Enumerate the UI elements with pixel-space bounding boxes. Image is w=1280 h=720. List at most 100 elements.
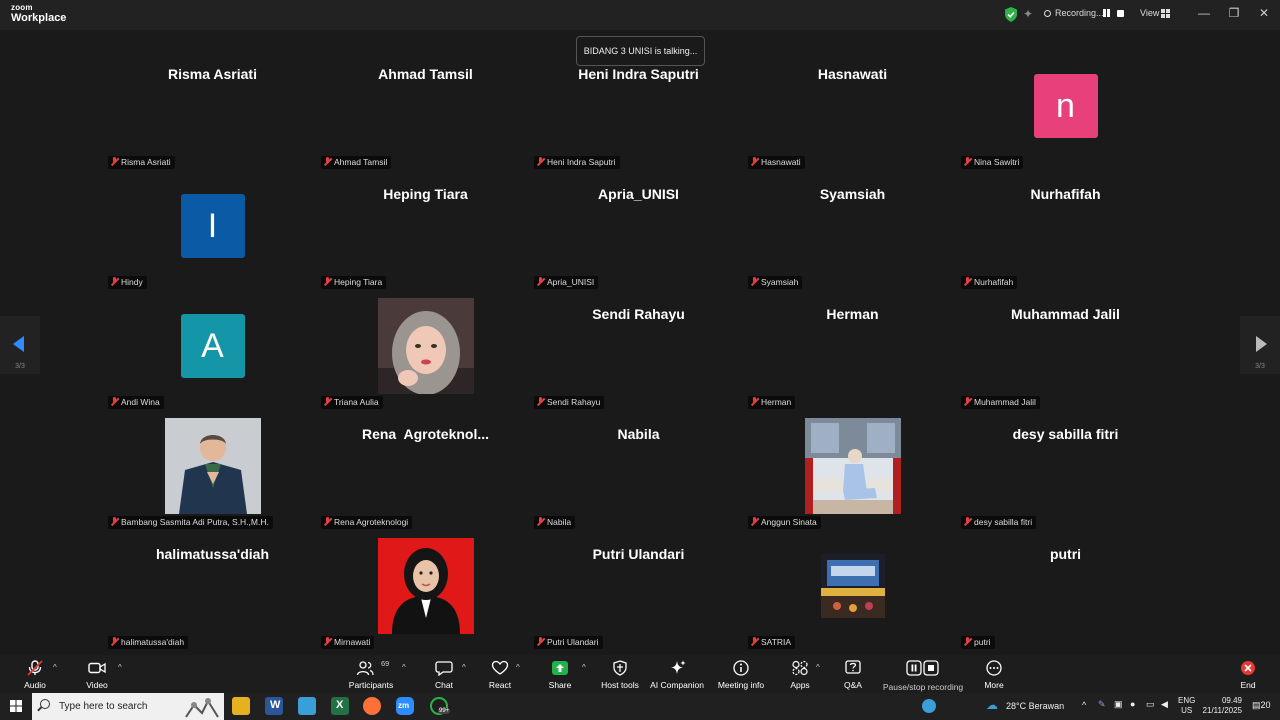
participant-display-name: Putri Ulandari bbox=[592, 546, 685, 562]
firefox-icon[interactable] bbox=[363, 697, 381, 715]
notification-center[interactable]: ▤20 bbox=[1252, 700, 1271, 711]
participant-tile[interactable]: Triana Aulia bbox=[319, 280, 532, 409]
pen-icon[interactable]: ✎ bbox=[1098, 699, 1106, 710]
participant-tile[interactable]: Anggun Sinata bbox=[746, 400, 959, 529]
participant-tile[interactable]: Nabila Nabila bbox=[532, 400, 745, 529]
participant-tile[interactable]: desy sabilla fitri desy sabilla fitri bbox=[959, 400, 1172, 529]
microphone-icon[interactable]: ● bbox=[1130, 699, 1135, 709]
participant-tile[interactable]: Mirnawati bbox=[319, 520, 532, 649]
audio-button[interactable]: Audio bbox=[14, 655, 56, 693]
participant-tile[interactable]: Heni Indra Saputri Heni Indra Saputri bbox=[532, 40, 745, 169]
participant-display-name: Ahmad Tamsil bbox=[378, 66, 473, 82]
video-button[interactable]: Video bbox=[76, 655, 118, 693]
apps-button[interactable]: Apps bbox=[782, 655, 818, 693]
video-label: Video bbox=[86, 680, 108, 690]
chat-button[interactable]: Chat bbox=[424, 655, 464, 693]
security-shield-icon[interactable] bbox=[1004, 7, 1018, 22]
ai-companion-button[interactable]: AI Companion bbox=[650, 655, 704, 693]
view-button[interactable]: View bbox=[1140, 8, 1159, 18]
participants-button[interactable]: 69 Participants bbox=[344, 655, 398, 693]
participant-name-text: putri bbox=[974, 637, 991, 647]
recording-label: Recording... bbox=[1055, 8, 1104, 18]
network-icon[interactable]: ▭ bbox=[1146, 699, 1155, 710]
lang-top: ENG bbox=[1178, 696, 1196, 705]
participant-tile[interactable]: Putri Ulandari Putri Ulandari bbox=[532, 520, 745, 649]
grid-view-icon[interactable] bbox=[1161, 9, 1170, 18]
apps-options-caret[interactable]: ^ bbox=[816, 663, 820, 672]
participant-name-label: Putri Ulandari bbox=[534, 636, 603, 649]
file-explorer-icon[interactable] bbox=[232, 697, 250, 715]
participant-tile[interactable]: Sendi Rahayu Sendi Rahayu bbox=[532, 280, 745, 409]
participant-tile[interactable]: Apria_UNISI Apria_UNISI bbox=[532, 160, 745, 289]
word-icon[interactable]: W bbox=[265, 697, 283, 715]
host-tools-label: Host tools bbox=[601, 680, 639, 690]
react-options-caret[interactable]: ^ bbox=[516, 663, 520, 672]
participant-tile[interactable]: I Hindy bbox=[106, 160, 319, 289]
participant-tile[interactable]: Bambang Sasmita Adi Putra, S.H.,M.H. bbox=[106, 400, 319, 529]
taskbar-search-box[interactable]: Type here to search bbox=[32, 693, 224, 720]
app-icon[interactable] bbox=[298, 697, 316, 715]
participant-tile[interactable]: Heping Tiara Heping Tiara bbox=[319, 160, 532, 289]
next-page-button[interactable]: 3/3 bbox=[1240, 316, 1280, 374]
meeting-info-button[interactable]: Meeting info bbox=[716, 655, 766, 693]
participant-tile[interactable]: Muhammad Jalil Muhammad Jalil bbox=[959, 280, 1172, 409]
participant-tile[interactable]: SATRIA bbox=[746, 520, 959, 649]
end-label: End bbox=[1240, 680, 1256, 690]
chat-options-caret[interactable]: ^ bbox=[462, 663, 466, 672]
share-options-caret[interactable]: ^ bbox=[582, 663, 586, 672]
end-meeting-button[interactable]: End bbox=[1232, 655, 1264, 693]
participant-display-name: Nabila bbox=[617, 426, 660, 442]
participant-tile[interactable]: Risma Asriati Risma Asriati bbox=[106, 40, 319, 169]
participant-tile[interactable]: A Andi Wina bbox=[106, 280, 319, 409]
video-options-caret[interactable]: ^ bbox=[118, 663, 122, 672]
search-icon bbox=[40, 699, 50, 709]
excel-icon[interactable]: X bbox=[331, 697, 349, 715]
weather-icon: ☁ bbox=[986, 698, 998, 712]
participant-tile[interactable]: Herman Herman bbox=[746, 280, 959, 409]
language-indicator[interactable]: ENG US bbox=[1178, 696, 1195, 716]
participants-options-caret[interactable]: ^ bbox=[402, 663, 406, 672]
share-label: Share bbox=[548, 680, 572, 690]
participant-tile[interactable]: n Nina Sawitri bbox=[959, 40, 1172, 169]
more-button[interactable]: More bbox=[976, 655, 1012, 693]
host-tools-button[interactable]: Host tools bbox=[598, 655, 642, 693]
previous-page-button[interactable]: 3/3 bbox=[0, 316, 40, 374]
volume-icon[interactable]: ◀ bbox=[1161, 699, 1168, 710]
ai-sparkle-icon[interactable]: ✦ bbox=[1023, 7, 1033, 21]
share-button[interactable]: Share bbox=[540, 655, 580, 693]
pause-stop-recording-button[interactable]: Pause/stop recording bbox=[883, 655, 963, 693]
brand-top: zoom bbox=[11, 3, 33, 12]
participant-tile[interactable]: Syamsiah Syamsiah bbox=[746, 160, 959, 289]
share-screen-icon bbox=[552, 661, 568, 675]
close-window-button[interactable]: ✕ bbox=[1254, 6, 1274, 20]
restore-button[interactable]: ❐ bbox=[1224, 6, 1244, 20]
stop-recording-icon[interactable] bbox=[1117, 10, 1124, 17]
search-highlight-icon bbox=[185, 698, 219, 718]
audio-options-caret[interactable]: ^ bbox=[53, 663, 57, 672]
zoom-taskbar-icon[interactable]: zm bbox=[396, 697, 414, 715]
windows-start-icon[interactable] bbox=[10, 700, 22, 712]
participant-display-name: Heping Tiara bbox=[383, 186, 468, 202]
device-icon[interactable]: ▣ bbox=[1114, 699, 1123, 710]
participant-photo bbox=[164, 418, 261, 514]
clock[interactable]: 09.49 21/11/2025 bbox=[1200, 696, 1242, 716]
participant-display-name: Sendi Rahayu bbox=[592, 306, 685, 322]
react-button[interactable]: React bbox=[480, 655, 520, 693]
qa-button[interactable]: Q&A bbox=[836, 655, 870, 693]
participant-tile[interactable]: Ahmad Tamsil Ahmad Tamsil bbox=[319, 40, 532, 169]
participant-tile[interactable]: halimatussa'diah halimatussa'diah bbox=[106, 520, 319, 649]
pause-recording-icon[interactable] bbox=[1103, 9, 1111, 19]
title-bar: zoom Workplace ✦ Recording... View — ❐ ✕ bbox=[0, 0, 1280, 30]
participant-tile[interactable]: Nurhafifah Nurhafifah bbox=[959, 160, 1172, 289]
participant-tile[interactable]: Rena Agroteknol... Rena Agroteknologi bbox=[319, 400, 532, 529]
heart-react-icon bbox=[491, 660, 509, 675]
whatsapp-icon[interactable]: 99+ bbox=[430, 697, 451, 715]
weather-text[interactable]: 28°C Berawan bbox=[1006, 701, 1064, 711]
help-icon[interactable] bbox=[922, 699, 936, 713]
participant-tile[interactable]: putri putri bbox=[959, 520, 1172, 649]
minimize-button[interactable]: — bbox=[1194, 6, 1214, 20]
show-hidden-icons[interactable]: ^ bbox=[1082, 700, 1086, 710]
participant-tile[interactable]: Hasnawati Hasnawati bbox=[746, 40, 959, 169]
end-close-icon bbox=[1241, 661, 1255, 675]
participant-name-label: halimatussa'diah bbox=[108, 636, 189, 649]
